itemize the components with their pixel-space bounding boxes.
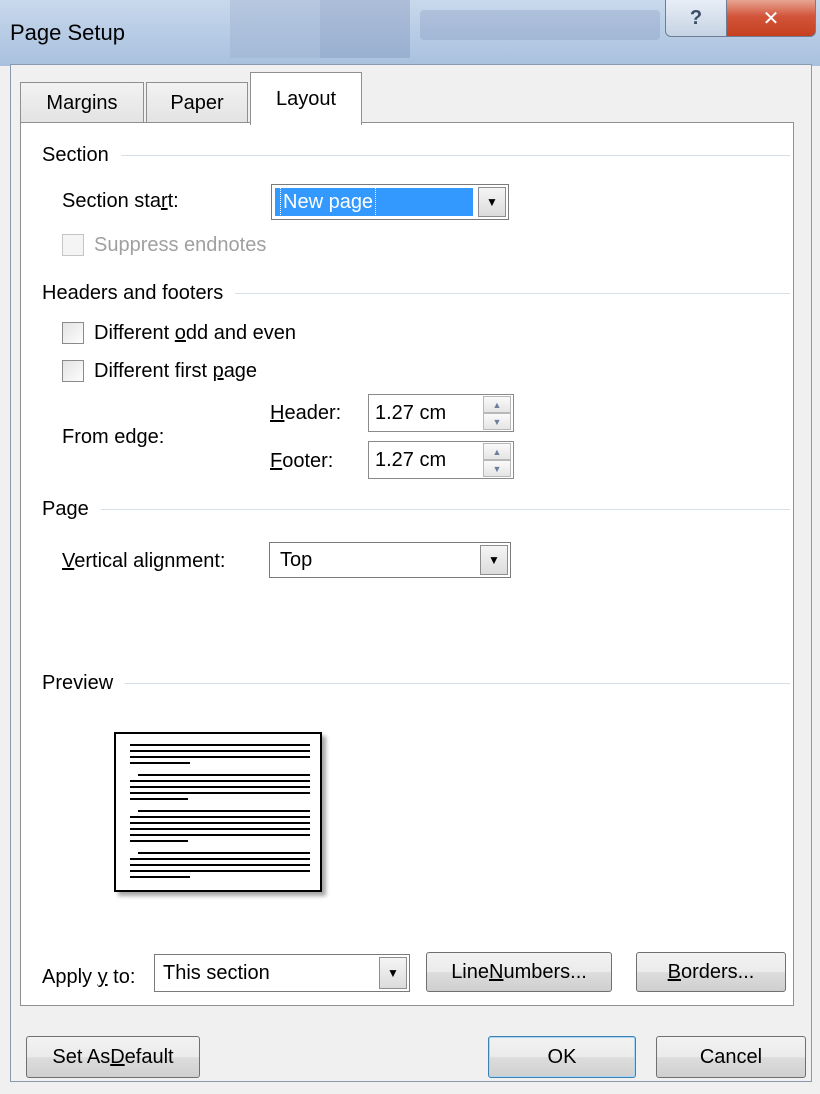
vertical-alignment-dropdown[interactable]: Top ▼ [269,542,511,578]
preview-text-line [138,852,310,854]
different-first-page-checkbox[interactable] [62,360,84,382]
close-icon: ✕ [762,7,780,30]
spin-down-icon[interactable]: ▼ [483,460,511,477]
section-group-heading: Section [42,142,790,168]
header-distance-label: Header: [270,402,342,424]
chevron-down-icon[interactable]: ▼ [379,957,407,989]
page-preview [114,732,322,892]
preview-text-line [130,834,310,836]
tab-paper[interactable]: Paper [146,82,248,123]
title-bar[interactable]: Page Setup ? ✕ [0,0,820,66]
group-title: Section [42,143,109,166]
preview-text-line [130,858,310,860]
tab-label: Layout [275,87,337,110]
different-odd-even-checkbox[interactable] [62,322,84,344]
window-title: Page Setup [10,20,125,45]
tab-margins[interactable]: Margins [20,82,144,123]
background-blur [320,0,410,58]
preview-text-line [130,744,310,746]
group-title: Page [42,497,89,520]
tab-label: Margins [46,91,118,114]
chevron-down-icon[interactable]: ▼ [478,187,506,217]
apply-to-label: Apply y to: [42,966,136,988]
group-divider [235,292,790,294]
preview-text-line [130,870,310,872]
footer-distance-label: Footer: [270,450,334,472]
cancel-button[interactable]: Cancel [656,1036,806,1078]
preview-text-line [130,792,310,794]
group-divider [100,508,790,510]
section-start-label: Section start: [62,190,179,212]
close-button[interactable]: ✕ [726,0,816,37]
preview-text-line [130,798,188,800]
preview-text-line [130,822,310,824]
spin-up-icon[interactable]: ▲ [483,396,511,413]
preview-text-line [130,780,310,782]
set-as-default-button[interactable]: Set As Default [26,1036,200,1078]
group-divider [120,154,790,156]
header-distance-value: 1.27 cm [375,402,447,424]
apply-to-value: This section [163,962,270,984]
footer-distance-value: 1.27 cm [375,449,447,471]
preview-text-line [130,786,310,788]
group-title: Headers and footers [42,281,224,304]
vertical-alignment-value: Top [280,549,313,571]
preview-text-line [130,816,310,818]
line-numbers-button[interactable]: Line Numbers... [426,952,612,992]
spin-down-icon[interactable]: ▼ [483,413,511,430]
headers-footers-group-heading: Headers and footers [42,280,790,306]
footer-distance-spinner[interactable]: 1.27 cm ▲ ▼ [368,441,514,479]
spin-up-icon[interactable]: ▲ [483,443,511,460]
preview-group-heading: Preview [42,670,790,696]
vertical-alignment-label: Vertical alignment: [62,550,226,572]
preview-text-line [130,828,310,830]
preview-text-line [130,876,190,878]
section-start-value: New page [280,187,377,217]
suppress-endnotes-label: Suppress endnotes [94,234,267,256]
preview-text-line [130,864,310,866]
preview-text-line [138,810,310,812]
different-odd-even-label: Different odd and even [94,322,297,344]
tab-layout[interactable]: Layout [250,72,362,125]
borders-button[interactable]: Borders... [636,952,786,992]
preview-text-line [130,762,190,764]
preview-text-line [130,756,310,758]
from-edge-label: From edge: [62,426,165,448]
ok-button[interactable]: OK [488,1036,636,1078]
header-distance-spinner[interactable]: 1.27 cm ▲ ▼ [368,394,514,432]
chevron-down-icon[interactable]: ▼ [480,545,508,575]
tab-label: Paper [170,91,224,114]
page-group-heading: Page [42,496,790,522]
background-blur [230,0,320,58]
suppress-endnotes-checkbox[interactable] [62,234,84,256]
preview-text-line [130,750,310,752]
different-first-page-label: Different first page [94,360,258,382]
group-divider [125,682,790,684]
section-start-dropdown[interactable]: New page ▼ [271,184,509,220]
background-blur [420,10,660,40]
apply-to-dropdown[interactable]: This section ▼ [154,954,410,992]
help-button[interactable]: ? [665,0,727,37]
preview-text-line [130,840,188,842]
group-title: Preview [42,671,114,694]
preview-text-line [138,774,310,776]
help-icon: ? [689,6,703,29]
